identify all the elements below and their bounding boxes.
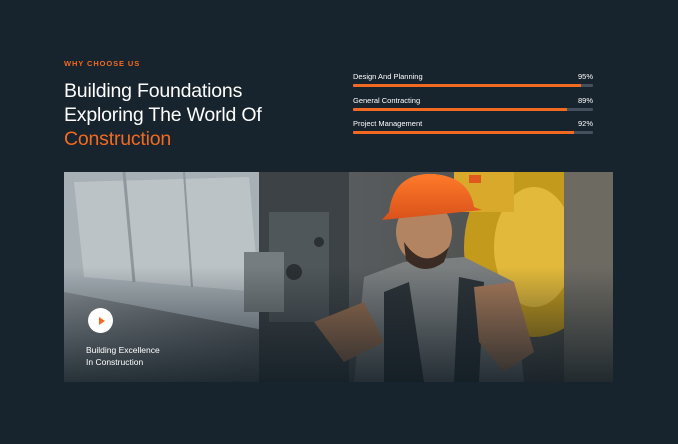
progress-track [353,107,593,111]
heading-line-1: Building Foundations [64,80,243,102]
play-icon [98,316,105,325]
video-caption: Building Excellence In Construction [86,344,226,368]
eyebrow-label: WHY CHOOSE US [64,59,141,68]
section-heading: Building Foundations Exploring The World… [64,79,334,151]
progress-fill [353,107,567,111]
heading-accent: Construction [64,128,172,150]
video-thumbnail[interactable]: Building Excellence In Construction [64,172,613,382]
play-button[interactable] [88,308,113,333]
skill-label: General Contracting [353,95,421,105]
progress-fill [353,131,574,134]
progress-fill [353,84,581,87]
caption-line-1: Building Excellence [86,345,160,355]
skill-percent: 92% [577,119,593,128]
progress-track [353,131,593,134]
skill-percent: 89% [577,95,593,105]
skill-item: Design And Planning 95% [353,70,593,94]
skill-percent: 95% [577,72,593,81]
skill-item: General Contracting 89% [353,94,593,118]
skills-list: Design And Planning 95% General Contract… [353,70,593,141]
skill-item: Project Management 92% [353,117,593,141]
skill-label: Design And Planning [353,72,423,81]
progress-track [353,84,593,87]
heading-line-2: Exploring The World Of [64,104,262,126]
caption-line-2: In Construction [86,357,144,367]
skill-label: Project Management [353,119,423,128]
